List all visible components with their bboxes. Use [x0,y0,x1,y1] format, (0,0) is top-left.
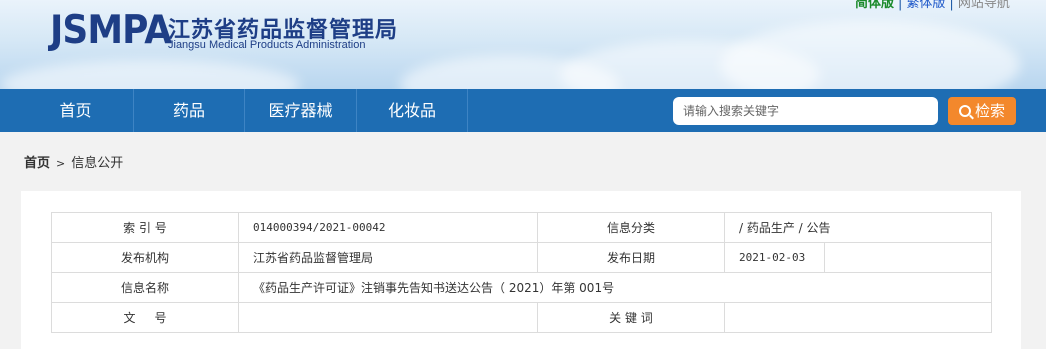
breadcrumb: 首页 > 信息公开 [24,152,123,171]
table-row: 文 号 关 键 词 [51,302,992,333]
index-number-value: 014000394/2021-00042 [238,212,538,243]
search-icon [958,105,971,117]
divider: | [898,0,903,11]
search-button-label: 检索 [974,102,1005,120]
breadcrumb-separator: > [56,157,66,170]
info-name-value: 《药品生产许可证》注销事先告知书送达公告（ 2021）年第 001号 [238,272,992,303]
keywords-value [724,302,992,333]
table-row: 信息名称 《药品生产许可证》注销事先告知书送达公告（ 2021）年第 001号 [51,272,992,303]
nav-item-medical-devices[interactable]: 医疗器械 [245,89,356,132]
breadcrumb-current[interactable]: 信息公开 [71,156,123,171]
search-button[interactable]: 检索 [948,97,1016,125]
traditional-link[interactable]: 繁体版 [906,0,945,11]
category-label: 信息分类 [537,212,725,243]
sitemap-link[interactable]: 网站导航 [958,0,1010,11]
table-row: 发布机构 江苏省药品监督管理局 发布日期 2021-02-03 [51,242,992,273]
table-row: 索 引 号 014000394/2021-00042 信息分类 / 药品生产 /… [51,212,992,243]
info-name-label: 信息名称 [51,272,239,303]
empty-cell [824,242,992,273]
cloud-decoration [720,20,1020,89]
nav-item-cosmetics[interactable]: 化妆品 [357,89,467,132]
publisher-label: 发布机构 [51,242,239,273]
breadcrumb-home[interactable]: 首页 [24,156,50,171]
info-table: 索 引 号 014000394/2021-00042 信息分类 / 药品生产 /… [51,212,992,333]
search-input[interactable] [673,97,938,125]
search-box [673,97,938,125]
keywords-label: 关 键 词 [537,302,725,333]
publisher-value: 江苏省药品监督管理局 [238,242,538,273]
header-banner: JSMPA 江苏省药品监督管理局 Jiangsu Medical Product… [0,0,1046,89]
top-links: 简体版 | 繁体版 | 网站导航 [855,0,1010,11]
document-number-label: 文 号 [51,302,239,333]
nav-divider [467,89,468,132]
index-number-label: 索 引 号 [51,212,239,243]
simplified-link[interactable]: 简体版 [855,0,894,11]
document-number-value [238,302,538,333]
cloud-decoration [0,60,300,89]
site-logo-subtitle: Jiangsu Medical Products Administration [168,39,366,51]
nav-item-drugs[interactable]: 药品 [134,89,244,132]
nav-item-home[interactable]: 首页 [18,89,133,132]
category-value: / 药品生产 / 公告 [724,212,992,243]
publish-date-label: 发布日期 [537,242,725,273]
site-logo-mark[interactable]: JSMPA [50,8,172,53]
publish-date-value: 2021-02-03 [724,242,825,273]
divider: | [949,0,954,11]
